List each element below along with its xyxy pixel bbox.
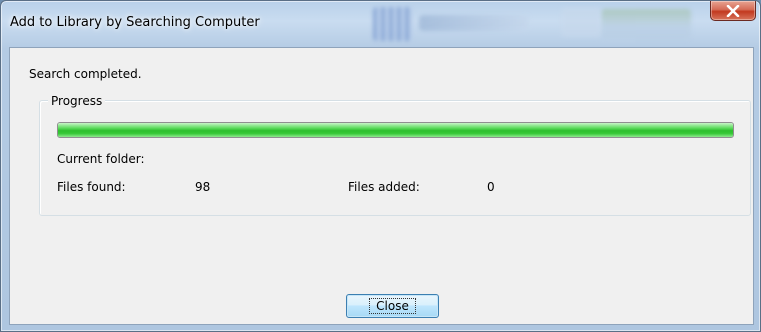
progress-bar	[57, 122, 734, 138]
window-close-button[interactable]	[710, 1, 756, 21]
title-bar[interactable]: Add to Library by Searching Computer	[1, 1, 760, 45]
dialog-window: Add to Library by Searching Computer Sea…	[0, 0, 761, 332]
files-added-label: Files added:	[348, 180, 420, 194]
progress-groupbox	[39, 100, 751, 216]
window-title: Add to Library by Searching Computer	[10, 15, 260, 30]
files-added-value: 0	[487, 180, 495, 194]
current-folder-label: Current folder:	[57, 152, 145, 166]
close-button[interactable]: Close	[346, 294, 439, 318]
close-button-label: Close	[369, 298, 416, 314]
progress-group-label: Progress	[48, 94, 106, 108]
dialog-body: Search completed. Progress Current folde…	[9, 47, 754, 325]
files-found-label: Files found:	[57, 180, 126, 194]
progress-bar-fill	[58, 123, 733, 137]
status-message: Search completed.	[29, 67, 142, 81]
close-icon	[726, 4, 740, 17]
files-found-value: 98	[195, 180, 211, 194]
